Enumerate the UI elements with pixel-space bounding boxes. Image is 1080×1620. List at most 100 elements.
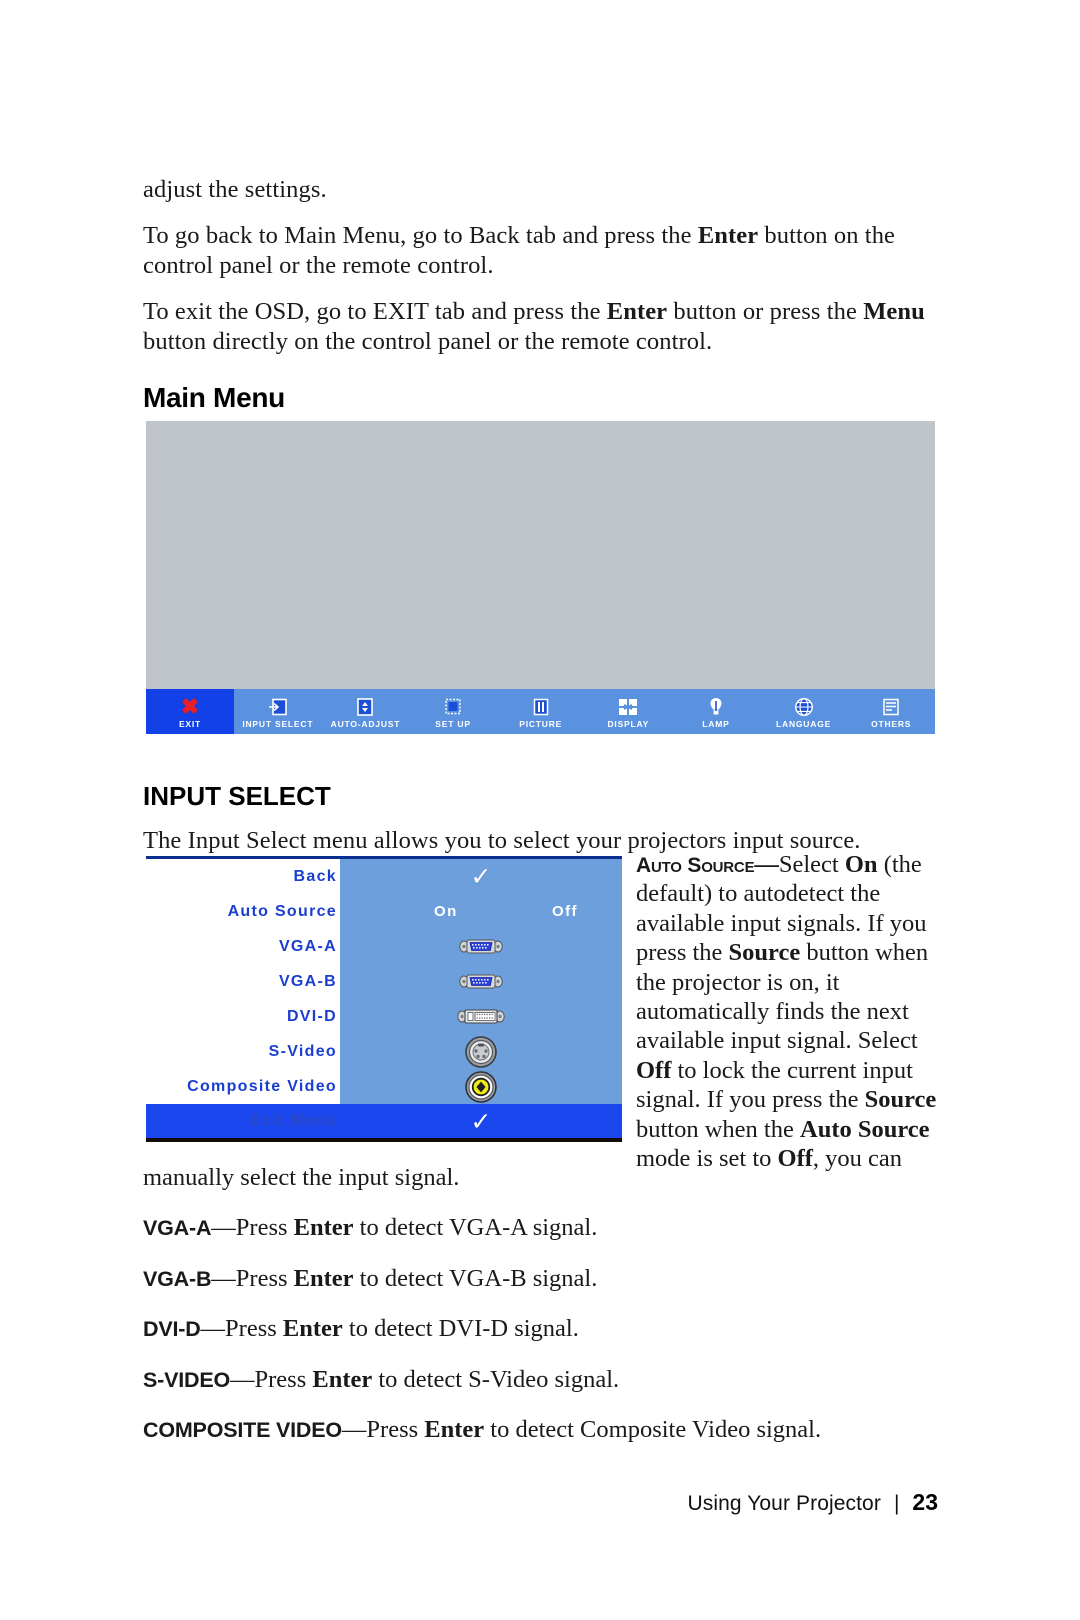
- menu-tab-auto-adjust-label: AUTO-ADJUST: [330, 719, 401, 730]
- definition-vga-b: VGA-B—Press Enter to detect VGA-B signal…: [143, 1264, 938, 1293]
- composite-connector-icon: [465, 1070, 497, 1103]
- definition-vga-b-restb: to detect VGA-B signal.: [353, 1264, 598, 1292]
- osd-row-back[interactable]: Back ✓: [146, 859, 622, 894]
- footer-separator: |: [893, 1492, 900, 1515]
- definition-composite-video: COMPOSITE VIDEO—Press Enter to detect Co…: [143, 1415, 938, 1444]
- auto-source-term: Auto Source: [636, 854, 755, 877]
- osd-row-auto-source[interactable]: Auto Source On Off: [146, 894, 622, 929]
- auto-source-on-option[interactable]: On: [434, 903, 458, 920]
- input-definitions-block: manually select the input signal. VGA-A—…: [143, 1163, 938, 1465]
- definition-dvi-d-term: DVI-D: [143, 1317, 201, 1342]
- definition-vga-b-term: VGA-B: [143, 1266, 212, 1291]
- osd-row-vga-b-valuecell: [340, 964, 622, 999]
- vga-connector-icon: [459, 939, 503, 954]
- document-page: adjust the settings. To go back to Main …: [0, 0, 1080, 1620]
- osd-row-composite-video-valuecell: [340, 1069, 622, 1104]
- osd-row-vga-a-label: VGA-A: [278, 937, 337, 955]
- menu-tab-others[interactable]: OTHERS: [847, 689, 935, 734]
- main-menu-screenshot: ✖ EXIT INPUT SELECT AUTO-ADJUST SET UP P…: [146, 421, 935, 734]
- osd-row-back-valuecell: ✓: [340, 859, 622, 894]
- page-number: 23: [912, 1489, 938, 1515]
- definition-vga-a-term: VGA-A: [143, 1216, 212, 1241]
- definition-composite-video-restb: to detect Composite Video signal.: [484, 1415, 822, 1443]
- menu-tab-set-up[interactable]: SET UP: [409, 689, 497, 734]
- svideo-connector-icon: [465, 1035, 497, 1068]
- definition-s-video-enter: Enter: [312, 1365, 373, 1393]
- check-icon: ✓: [470, 862, 492, 891]
- definition-vga-a-resta: —Press: [211, 1214, 294, 1242]
- definition-dvi-d-resta: —Press: [200, 1315, 283, 1343]
- definition-dvi-d-enter: Enter: [282, 1315, 343, 1343]
- osd-row-dvi-d-labelcell: DVI-D: [146, 1007, 340, 1026]
- menu-tab-lamp-label: LAMP: [702, 719, 730, 730]
- language-globe-icon: [794, 696, 814, 718]
- lamp-icon: [708, 696, 724, 718]
- definition-composite-video-ideo: IDEO: [290, 1417, 342, 1442]
- definition-composite-video-resta: —Press: [341, 1415, 425, 1443]
- definition-s-video: S-VIDEO—Press Enter to detect S-Video si…: [143, 1365, 938, 1394]
- osd-blank-screen-area: [146, 421, 935, 689]
- osd-row-exit-menu-labelcell: Exit Menu: [146, 1112, 340, 1130]
- input-select-icon: [268, 696, 288, 718]
- para3-part3: button or press the: [667, 298, 864, 326]
- osd-menu-bar: ✖ EXIT INPUT SELECT AUTO-ADJUST SET UP P…: [146, 689, 935, 734]
- auto-source-t1: Select: [778, 851, 845, 878]
- paragraph-adjust-settings: adjust the settings.: [143, 176, 327, 203]
- osd-row-vga-a-labelcell: VGA-A: [146, 937, 340, 956]
- menu-tab-language[interactable]: LANGUAGE: [760, 689, 848, 734]
- definition-composite-video-c: C: [143, 1417, 159, 1442]
- display-icon: [617, 696, 639, 718]
- osd-row-back-label: Back: [293, 867, 337, 885]
- osd-row-exit-menu[interactable]: Exit Menu ✓: [146, 1104, 622, 1142]
- picture-icon: [531, 696, 551, 718]
- menu-tab-set-up-label: SET UP: [435, 719, 471, 730]
- definition-s-video-term: S-V: [143, 1367, 179, 1392]
- input-select-osd: Back ✓ Auto Source On Off VGA-A VGA-B DV…: [146, 856, 622, 1142]
- osd-row-back-labelcell: Back: [146, 867, 340, 886]
- menu-tab-input-select[interactable]: INPUT SELECT: [234, 689, 322, 734]
- osd-row-s-video-labelcell: S-Video: [146, 1042, 340, 1061]
- osd-row-s-video-label: S-Video: [268, 1042, 337, 1060]
- auto-source-dash: —: [754, 851, 779, 878]
- osd-row-s-video[interactable]: S-Video: [146, 1034, 622, 1069]
- auto-source-autosource-bold: Auto Source: [800, 1115, 930, 1143]
- menu-tab-others-label: OTHERS: [871, 719, 912, 730]
- osd-row-list: Back ✓ Auto Source On Off VGA-A VGA-B DV…: [146, 859, 622, 1104]
- menu-tab-exit[interactable]: ✖ EXIT: [146, 689, 234, 734]
- osd-row-vga-b-label: VGA-B: [278, 972, 337, 990]
- osd-row-vga-b[interactable]: VGA-B: [146, 964, 622, 999]
- auto-source-paragraph: Auto Source—Select On (the default) to a…: [636, 850, 938, 1173]
- red-x-icon: ✖: [180, 694, 200, 720]
- definition-composite-video-omposite: OMPOSITE: [158, 1417, 271, 1442]
- menu-tab-input-select-label: INPUT SELECT: [242, 719, 314, 730]
- definition-vga-a-enter: Enter: [293, 1214, 354, 1242]
- osd-row-vga-a[interactable]: VGA-A: [146, 929, 622, 964]
- osd-row-composite-video-labelcell: Composite Video: [146, 1077, 340, 1096]
- osd-row-dvi-d[interactable]: DVI-D: [146, 999, 622, 1034]
- page-footer: Using Your Projector | 23: [687, 1489, 938, 1516]
- definition-s-video-resta: —Press: [230, 1365, 313, 1393]
- auto-source-source-bold-1: Source: [728, 939, 801, 967]
- osd-row-vga-a-valuecell: [340, 929, 622, 964]
- menu-tab-picture[interactable]: PICTURE: [497, 689, 585, 734]
- check-icon: ✓: [470, 1106, 492, 1136]
- auto-source-t5: button when the: [636, 1115, 800, 1143]
- menu-tab-auto-adjust[interactable]: AUTO-ADJUST: [322, 689, 410, 734]
- para2-part1: To go back to Main Menu, go to Back tab …: [143, 222, 698, 250]
- definition-dvi-d: DVI-D—Press Enter to detect DVI-D signal…: [143, 1314, 938, 1343]
- footer-section-title: Using Your Projector: [687, 1492, 881, 1515]
- osd-row-auto-source-labelcell: Auto Source: [146, 902, 340, 921]
- auto-source-off-option[interactable]: Off: [552, 903, 578, 920]
- menu-tab-lamp[interactable]: LAMP: [672, 689, 760, 734]
- osd-row-composite-video[interactable]: Composite Video: [146, 1069, 622, 1104]
- paragraph-go-back-main-menu: To go back to Main Menu, go to Back tab …: [143, 221, 938, 280]
- osd-row-exit-menu-valuecell: ✓: [340, 1104, 622, 1138]
- osd-row-exit-menu-label: Exit Menu: [249, 1112, 337, 1129]
- definition-s-video-restb: to detect S-Video signal.: [372, 1365, 620, 1393]
- osd-row-s-video-valuecell: [340, 1034, 622, 1069]
- menu-tab-display[interactable]: DISPLAY: [585, 689, 673, 734]
- auto-source-description: Auto Source—Select On (the default) to a…: [636, 850, 938, 1173]
- menu-tab-language-label: LANGUAGE: [776, 719, 832, 730]
- paragraph-exit-osd: To exit the OSD, go to EXIT tab and pres…: [143, 297, 938, 356]
- definition-vga-a: VGA-A—Press Enter to detect VGA-A signal…: [143, 1213, 938, 1242]
